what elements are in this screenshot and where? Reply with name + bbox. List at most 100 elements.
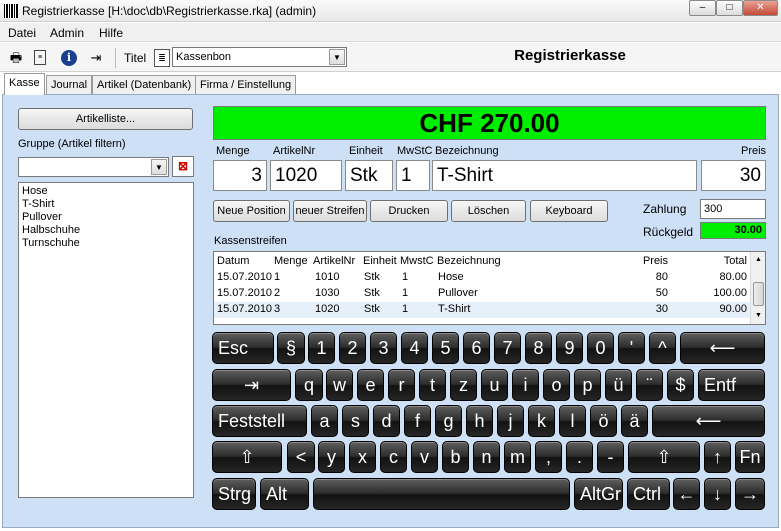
key-char-107[interactable]: k [528, 405, 555, 437]
key-char-108[interactable]: l [559, 405, 586, 437]
key-char-54[interactable]: 6 [463, 332, 490, 364]
scroll-down-icon[interactable]: ▼ [752, 309, 765, 322]
printer-icon[interactable]: 🖶 [8, 50, 24, 66]
keyboard-button[interactable]: Keyboard [530, 200, 608, 222]
key-char-56[interactable]: 8 [525, 332, 552, 364]
key-delete[interactable]: Entf [698, 369, 765, 401]
key-char-49[interactable]: 1 [308, 332, 335, 364]
key-space[interactable] [313, 478, 570, 510]
chevron-down-icon[interactable]: ▼ [151, 159, 167, 175]
key-ctrl[interactable]: Ctrl [627, 478, 670, 510]
neuer-streifen-button[interactable]: neuer Streifen [293, 200, 367, 222]
key-char-102[interactable]: f [404, 405, 431, 437]
key-char-97[interactable]: a [311, 405, 338, 437]
key-char-98[interactable]: b [442, 441, 469, 473]
tab-journal[interactable]: Journal [46, 75, 93, 94]
tab-firma[interactable]: Firma / Einstellung [195, 75, 297, 94]
key-arrow-down[interactable]: ↓ [704, 478, 731, 510]
key-char-116[interactable]: t [419, 369, 446, 401]
chevron-down-icon[interactable]: ▼ [329, 49, 345, 65]
list-item[interactable]: T-Shirt [22, 198, 193, 211]
key-char-109[interactable]: m [504, 441, 531, 473]
key-char-103[interactable]: g [435, 405, 462, 437]
key-backspace[interactable]: ⟵ [652, 405, 765, 437]
key-char-45[interactable]: - [597, 441, 624, 473]
key-char-57[interactable]: 9 [556, 332, 583, 364]
key-char-52[interactable]: 4 [401, 332, 428, 364]
tab-kasse[interactable]: Kasse [4, 73, 45, 95]
document-icon[interactable]: ≡ [34, 50, 46, 65]
exit-door-icon[interactable]: ⇥ [88, 50, 104, 66]
key-char-111[interactable]: o [543, 369, 570, 401]
key-char-105[interactable]: i [512, 369, 539, 401]
key-char-100[interactable]: d [373, 405, 400, 437]
info-icon[interactable]: i [61, 50, 77, 66]
bezeichnung-input[interactable]: T-Shirt [432, 160, 697, 191]
clear-filter-icon[interactable]: ⊠ [172, 156, 194, 177]
artikelnr-input[interactable]: 1020 [270, 160, 342, 191]
key-char-36[interactable]: $ [667, 369, 694, 401]
key-char-110[interactable]: n [473, 441, 500, 473]
table-row[interactable]: 15.07.2010 2 1030 Stk 1 Pullover 50 100.… [214, 286, 752, 302]
key-char-101[interactable]: e [357, 369, 384, 401]
key-char-122[interactable]: z [450, 369, 477, 401]
gruppe-select[interactable]: ▼ [18, 157, 169, 177]
key-char-50[interactable]: 2 [339, 332, 366, 364]
list-item[interactable]: Turnschuhe [22, 237, 193, 250]
key-char-44[interactable]: , [535, 441, 562, 473]
key-char-115[interactable]: s [342, 405, 369, 437]
scroll-thumb[interactable] [753, 282, 764, 306]
table-row[interactable]: 15.07.2010 1 1010 Stk 1 Hose 80 80.00 [214, 270, 752, 286]
menu-admin[interactable]: Admin [50, 26, 84, 40]
key-char-252[interactable]: ü [605, 369, 632, 401]
key-char-118[interactable]: v [411, 441, 438, 473]
key-arrow-left[interactable]: ← [673, 478, 700, 510]
key-char-228[interactable]: ä [621, 405, 648, 437]
key-char-55[interactable]: 7 [494, 332, 521, 364]
minimize-button[interactable]: – [689, 0, 716, 16]
key-char-53[interactable]: 5 [432, 332, 459, 364]
key-char-119[interactable]: w [326, 369, 353, 401]
key-char-99[interactable]: c [380, 441, 407, 473]
artikelliste-button[interactable]: Artikelliste... [18, 108, 193, 130]
zahlung-input[interactable]: 300 [700, 199, 766, 219]
list-item[interactable]: Halbschuhe [22, 224, 193, 237]
key-char-168[interactable]: ¨ [636, 369, 663, 401]
key-char-120[interactable]: x [349, 441, 376, 473]
menu-datei[interactable]: Datei [8, 26, 36, 40]
key-altgr[interactable]: AltGr [574, 478, 623, 510]
key-fn[interactable]: Fn [735, 441, 765, 473]
key-char-121[interactable]: y [318, 441, 345, 473]
einheit-input[interactable]: Stk [345, 160, 393, 191]
key-alt[interactable]: Alt [260, 478, 309, 510]
key-char-39[interactable]: ' [618, 332, 645, 364]
key-backspace[interactable]: ⟵ [680, 332, 765, 364]
kassenstreifen-table[interactable]: Datum Menge ArtikelNr Einheit MwstC Beze… [213, 251, 766, 325]
key-char-114[interactable]: r [388, 369, 415, 401]
key-char-51[interactable]: 3 [370, 332, 397, 364]
drucken-button[interactable]: Drucken [370, 200, 448, 222]
key-char-48[interactable]: 0 [587, 332, 614, 364]
menge-input[interactable]: 3 [213, 160, 267, 191]
mwst-input[interactable]: 1 [396, 160, 430, 191]
key-arrow-right[interactable]: → [735, 478, 765, 510]
close-button[interactable]: ✕ [743, 0, 778, 16]
key-char-94[interactable]: ^ [649, 332, 676, 364]
key-char-60[interactable]: < [287, 441, 315, 473]
key-shift[interactable]: ⇧ [212, 441, 282, 473]
preis-input[interactable]: 30 [701, 160, 766, 191]
key-char-167[interactable]: § [277, 332, 305, 364]
tab-artikel[interactable]: Artikel (Datenbank) [92, 75, 197, 94]
key-arrow-up[interactable]: ↑ [704, 441, 731, 473]
key-char-112[interactable]: p [574, 369, 601, 401]
scroll-up-icon[interactable]: ▲ [752, 253, 765, 266]
artikel-list[interactable]: Hose T-Shirt Pullover Halbschuhe Turnsch… [18, 182, 194, 498]
titel-select[interactable]: Kassenbon ▼ [172, 47, 347, 67]
key-char-106[interactable]: j [497, 405, 524, 437]
key-char-117[interactable]: u [481, 369, 508, 401]
list-item[interactable]: Hose [22, 185, 193, 198]
maximize-button[interactable]: □ [716, 0, 743, 16]
key-char-246[interactable]: ö [590, 405, 617, 437]
key-char-46[interactable]: . [566, 441, 593, 473]
key-char-104[interactable]: h [466, 405, 493, 437]
